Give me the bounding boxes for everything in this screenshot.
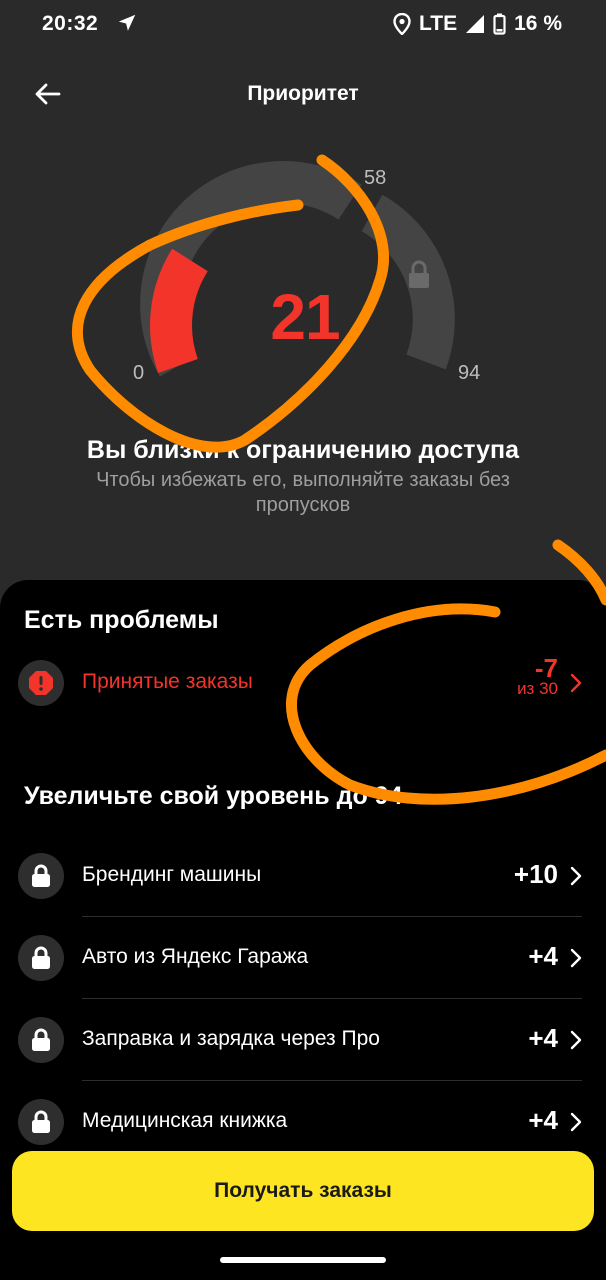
chevron-right-icon (570, 1030, 582, 1050)
status-time: 20:32 (42, 12, 99, 35)
location-arrow-icon (118, 14, 136, 31)
row-value: +4 (528, 1023, 558, 1053)
location-pin-icon (393, 13, 411, 35)
page-title: Приоритет (247, 82, 359, 105)
chevron-right-icon (570, 673, 582, 693)
row-value: +4 (528, 1105, 558, 1135)
gauge-mid-label: 58 (364, 167, 387, 189)
chevron-right-icon (570, 866, 582, 886)
row-value: +10 (513, 859, 558, 889)
row-value-block: -7 из 30 (517, 653, 558, 698)
improve-title: Увеличьте свой уровень до 94 (24, 782, 403, 810)
warning-subline: Чтобы избежать его, выполняйте заказы бе… (96, 469, 510, 516)
get-orders-button[interactable]: Получать заказы (12, 1151, 594, 1231)
lock-icon (32, 1028, 50, 1051)
row-label: Авто из Яндекс Гаража (82, 945, 309, 968)
network-type: LTE (419, 12, 458, 35)
priority-score: 21 (270, 281, 340, 353)
row-value: +4 (528, 941, 558, 971)
row-label: Брендинг машины (82, 863, 262, 886)
alert-icon (29, 671, 53, 695)
list-item-accepted-orders[interactable]: Принятые заказы -7 из 30 (0, 642, 606, 724)
row-icon-wrap (18, 1099, 64, 1145)
chevron-right-icon (570, 1112, 582, 1132)
gauge-min-label: 0 (133, 362, 145, 384)
list-item-yandex-garage[interactable]: Авто из Яндекс Гаража +4 (0, 917, 606, 999)
lock-icon (32, 1110, 50, 1133)
lock-icon (32, 864, 50, 887)
battery-level: 16 % (514, 12, 562, 35)
status-indicators: LTE 16 % (393, 12, 562, 36)
lock-icon (32, 946, 50, 969)
problems-title: Есть проблемы (24, 606, 219, 634)
row-subvalue: из 30 (517, 679, 558, 698)
row-icon-wrap (18, 853, 64, 899)
problems-card: Есть проблемы Принятые заказы -7 из 30 (0, 580, 606, 745)
row-icon-wrap (18, 935, 64, 981)
gauge-fill (150, 248, 209, 373)
list-item-medical-book[interactable]: Медицинская книжка +4 (0, 1081, 606, 1146)
row-icon-wrap (18, 660, 64, 706)
chevron-right-icon (570, 948, 582, 968)
list-item-car-branding[interactable]: Брендинг машины +10 (0, 835, 606, 917)
row-value: -7 (534, 653, 558, 683)
row-label: Принятые заказы (82, 670, 253, 693)
signal-icon (466, 15, 485, 33)
battery-icon (493, 13, 506, 35)
row-label: Заправка и зарядка через Про (82, 1027, 380, 1050)
status-bar: 20:32 LTE 16 % (0, 0, 606, 48)
gauge-max-label: 94 (458, 362, 481, 384)
warning-headline: Вы близки к ограничению доступа (86, 436, 520, 464)
home-indicator[interactable] (220, 1257, 386, 1263)
improve-card: Увеличьте свой уровень до 94 Брендинг ма… (0, 756, 606, 1146)
row-icon-wrap (18, 1017, 64, 1063)
list-item-fuel-charging[interactable]: Заправка и зарядка через Про +4 (0, 999, 606, 1081)
app-header: Приоритет (0, 60, 606, 130)
row-label: Медицинская книжка (82, 1109, 288, 1132)
